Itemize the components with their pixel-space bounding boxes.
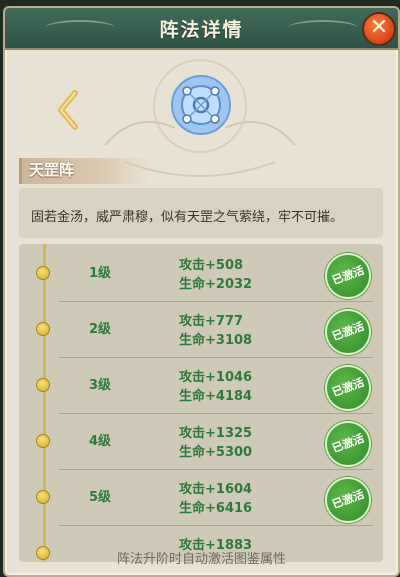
footer-note: 阵法升阶时自动激活图鉴属性 [116, 552, 286, 567]
level-dot-icon [36, 322, 50, 336]
activated-badge-label: 已激活 [330, 263, 366, 288]
activated-badge-label: 已激活 [330, 487, 366, 512]
attack-bonus: 攻击+1604 [179, 482, 253, 497]
chevron-left-icon[interactable] [55, 90, 81, 130]
activated-badge: 已激活 [325, 309, 371, 355]
hp-bonus: 生命+4184 [179, 389, 253, 404]
level-label: 4级 [89, 434, 112, 449]
title-bar: 阵法详情 [5, 8, 398, 50]
activated-badge: 已激活 [325, 421, 371, 467]
formation-description: 固若金汤，威严肃穆，似有天罡之气萦绕，牢不可摧。 [31, 210, 344, 225]
panel-title: 阵法详情 [159, 19, 244, 41]
level-row: 5级 攻击+1604 生命+6416 已激活 [19, 470, 383, 526]
attack-bonus: 攻击+1325 [179, 426, 253, 441]
formation-emblem-icon [171, 75, 231, 135]
level-dot-icon [36, 434, 50, 448]
hp-bonus: 生命+6416 [179, 501, 253, 516]
level-row: 2级 攻击+777 生命+3108 已激活 [19, 302, 383, 358]
close-button[interactable]: ✕ [362, 12, 396, 46]
activated-badge: 已激活 [325, 253, 371, 299]
level-dot-icon [36, 490, 50, 504]
formation-name: 天罡阵 [29, 161, 75, 179]
level-row: 1级 攻击+508 生命+2032 已激活 [19, 246, 383, 302]
formation-detail-panel: 阵法详情 ✕ 天罡阵 固若金汤，威严肃穆，似有天罡之气萦绕，牢不可摧。 1级 攻… [3, 6, 400, 577]
activated-badge-label: 已激活 [330, 319, 366, 344]
activated-badge: 已激活 [325, 365, 371, 411]
level-label: 5级 [89, 490, 112, 505]
level-label: 1级 [89, 266, 112, 281]
activated-badge: 已激活 [325, 477, 371, 523]
activated-badge-label: 已激活 [330, 431, 366, 456]
activated-badge-label: 已激活 [330, 375, 366, 400]
hp-bonus: 生命+2032 [179, 277, 253, 292]
level-label: 3级 [89, 378, 112, 393]
attack-bonus: 攻击+508 [179, 258, 244, 273]
hp-bonus: 生命+3108 [179, 333, 253, 348]
attack-bonus: 攻击+1046 [179, 370, 253, 385]
level-row: 3级 攻击+1046 生命+4184 已激活 [19, 358, 383, 414]
level-dot-icon [36, 378, 50, 392]
hp-bonus: 生命+5300 [179, 445, 253, 460]
description-box: 固若金汤，威严肃穆，似有天罡之气萦绕，牢不可摧。 [19, 188, 383, 238]
attack-bonus: 攻击+777 [179, 314, 244, 329]
level-label: 2级 [89, 322, 112, 337]
level-dot-icon [36, 266, 50, 280]
level-row: 4级 攻击+1325 生命+5300 已激活 [19, 414, 383, 470]
level-list[interactable]: 1级 攻击+508 生命+2032 已激活 2级 攻击+777 生命+3108 … [19, 244, 383, 562]
